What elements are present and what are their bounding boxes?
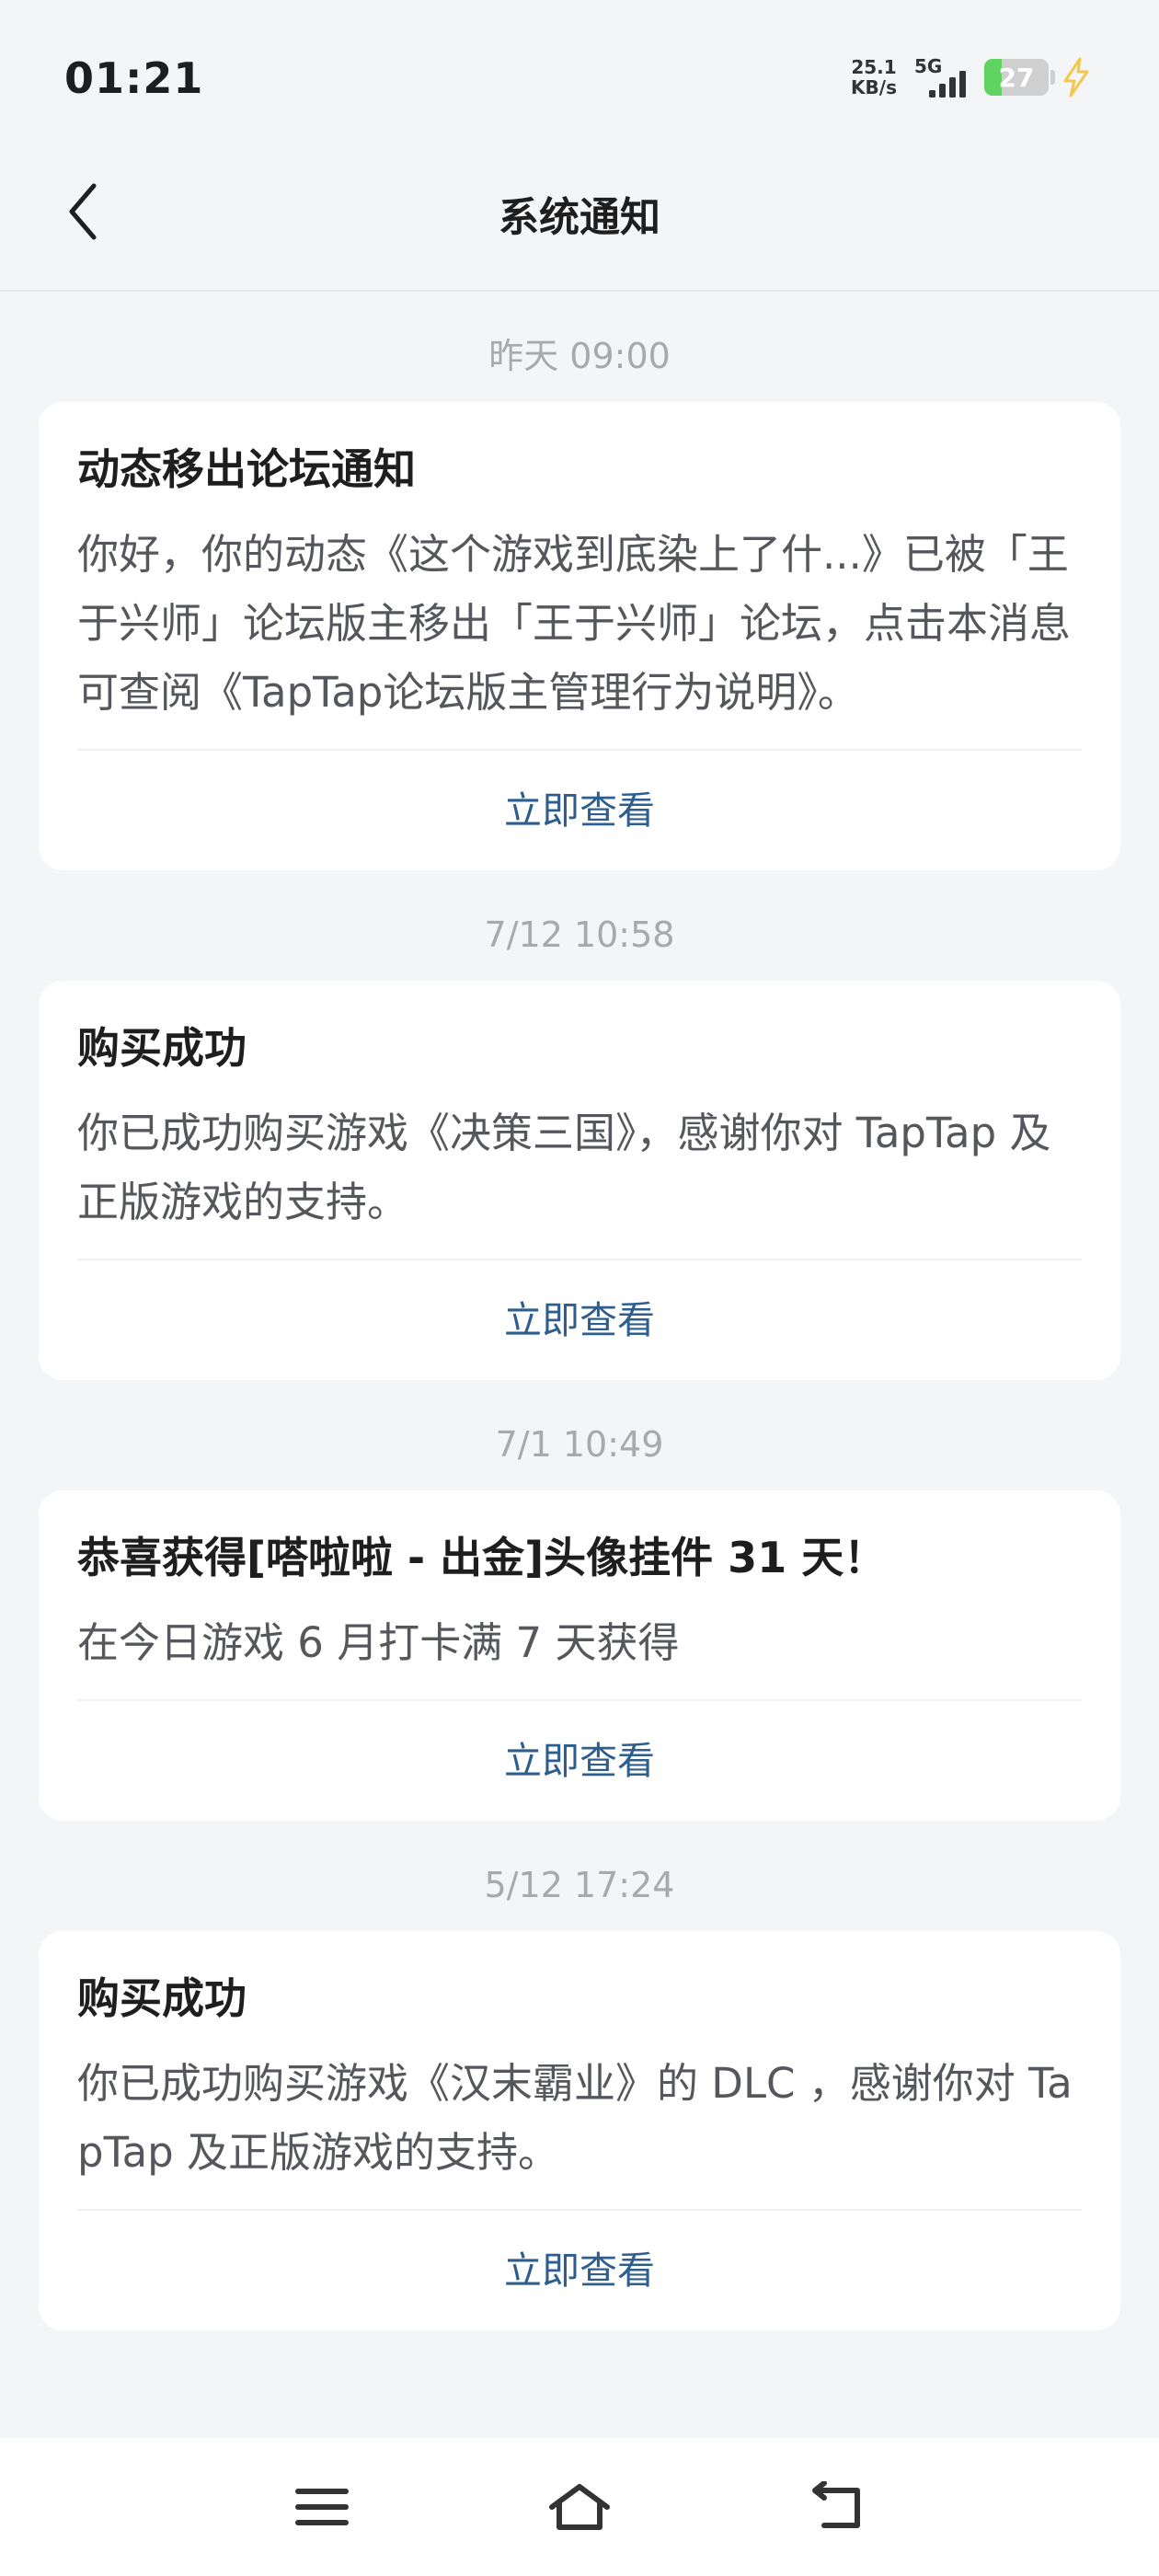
notification-time: 5/12 17:24	[484, 1865, 675, 1905]
battery-level: 27	[998, 63, 1035, 93]
notification-time: 昨天 09:00	[488, 336, 671, 376]
notification-time: 7/1 10:49	[495, 1424, 664, 1465]
notification-body: 你已成功购买游戏《决策三国》，感谢你对 TapTap 及正版游戏的支持。	[77, 1109, 1051, 1226]
notification-body: 你已成功购买游戏《汉末霸业》的 DLC ，感谢你对 TapTap 及正版游戏的支…	[77, 2059, 1073, 2177]
charging-icon	[1063, 57, 1089, 98]
notification-group: 7/12 10:58 购买成功 你已成功购买游戏《决策三国》，感谢你对 TapT…	[39, 907, 1120, 1380]
notification-card[interactable]: 动态移出论坛通知 你好，你的动态《这个游戏到底染上了什...》已被「王于兴师」论…	[39, 402, 1120, 870]
notification-card[interactable]: 购买成功 你已成功购买游戏《汉末霸业》的 DLC ，感谢你对 TapTap 及正…	[39, 1931, 1120, 2330]
view-now-button[interactable]: 立即查看	[77, 1701, 1082, 1821]
notification-title: 恭喜获得[嗒啦啦 - 出金]头像挂件 31 天！	[77, 1533, 887, 1582]
battery-cap	[1050, 70, 1055, 85]
status-time: 01:21	[64, 53, 204, 103]
notification-card[interactable]: 恭喜获得[嗒啦啦 - 出金]头像挂件 31 天！ 在今日游戏 6 月打卡满 7 …	[39, 1490, 1120, 1821]
notification-group: 昨天 09:00 动态移出论坛通知 你好，你的动态《这个游戏到底染上了什...》…	[39, 328, 1120, 870]
network-speed: 25.1 KB/s	[846, 57, 901, 98]
view-now-button[interactable]: 立即查看	[77, 1260, 1082, 1380]
network-speed-value: 25.1	[851, 56, 897, 78]
notification-title: 动态移出论坛通知	[77, 444, 416, 494]
back-icon	[812, 2481, 860, 2528]
signal-indicator: 5G	[911, 55, 975, 99]
notification-time: 7/12 10:58	[484, 914, 675, 955]
notification-group: 7/1 10:49 恭喜获得[嗒啦啦 - 出金]头像挂件 31 天！ 在今日游戏…	[39, 1417, 1120, 1821]
network-speed-unit: KB/s	[851, 76, 897, 98]
notification-body: 你好，你的动态《这个游戏到底染上了什...》已被「王于兴师」论坛版主移出「王于兴…	[77, 530, 1072, 717]
notification-group: 5/12 17:24 购买成功 你已成功购买游戏《汉末霸业》的 DLC ，感谢你…	[39, 1857, 1120, 2330]
notification-title: 购买成功	[77, 1023, 247, 1073]
header: 系统通知	[0, 138, 1159, 292]
notification-card[interactable]: 购买成功 你已成功购买游戏《决策三国》，感谢你对 TapTap 及正版游戏的支持…	[39, 981, 1120, 1380]
home-button[interactable]	[534, 2470, 625, 2544]
menu-button[interactable]	[276, 2470, 368, 2544]
page-title: 系统通知	[499, 194, 660, 241]
home-icon	[549, 2484, 610, 2530]
signal-icon	[929, 71, 966, 98]
view-now-button[interactable]: 立即查看	[77, 2211, 1082, 2330]
battery-icon: 27	[984, 59, 1049, 96]
back-nav-button[interactable]	[791, 2470, 883, 2544]
notification-body: 在今日游戏 6 月打卡满 7 天获得	[77, 1618, 680, 1667]
menu-icon	[295, 2489, 349, 2525]
notification-title: 购买成功	[77, 1973, 247, 2023]
view-now-button[interactable]: 立即查看	[77, 751, 1082, 870]
system-nav-bar	[0, 2438, 1159, 2576]
status-bar: 01:21 25.1 KB/s 5G 27	[0, 0, 1159, 138]
notification-list: 昨天 09:00 动态移出论坛通知 你好，你的动态《这个游戏到底染上了什...》…	[39, 292, 1120, 2330]
